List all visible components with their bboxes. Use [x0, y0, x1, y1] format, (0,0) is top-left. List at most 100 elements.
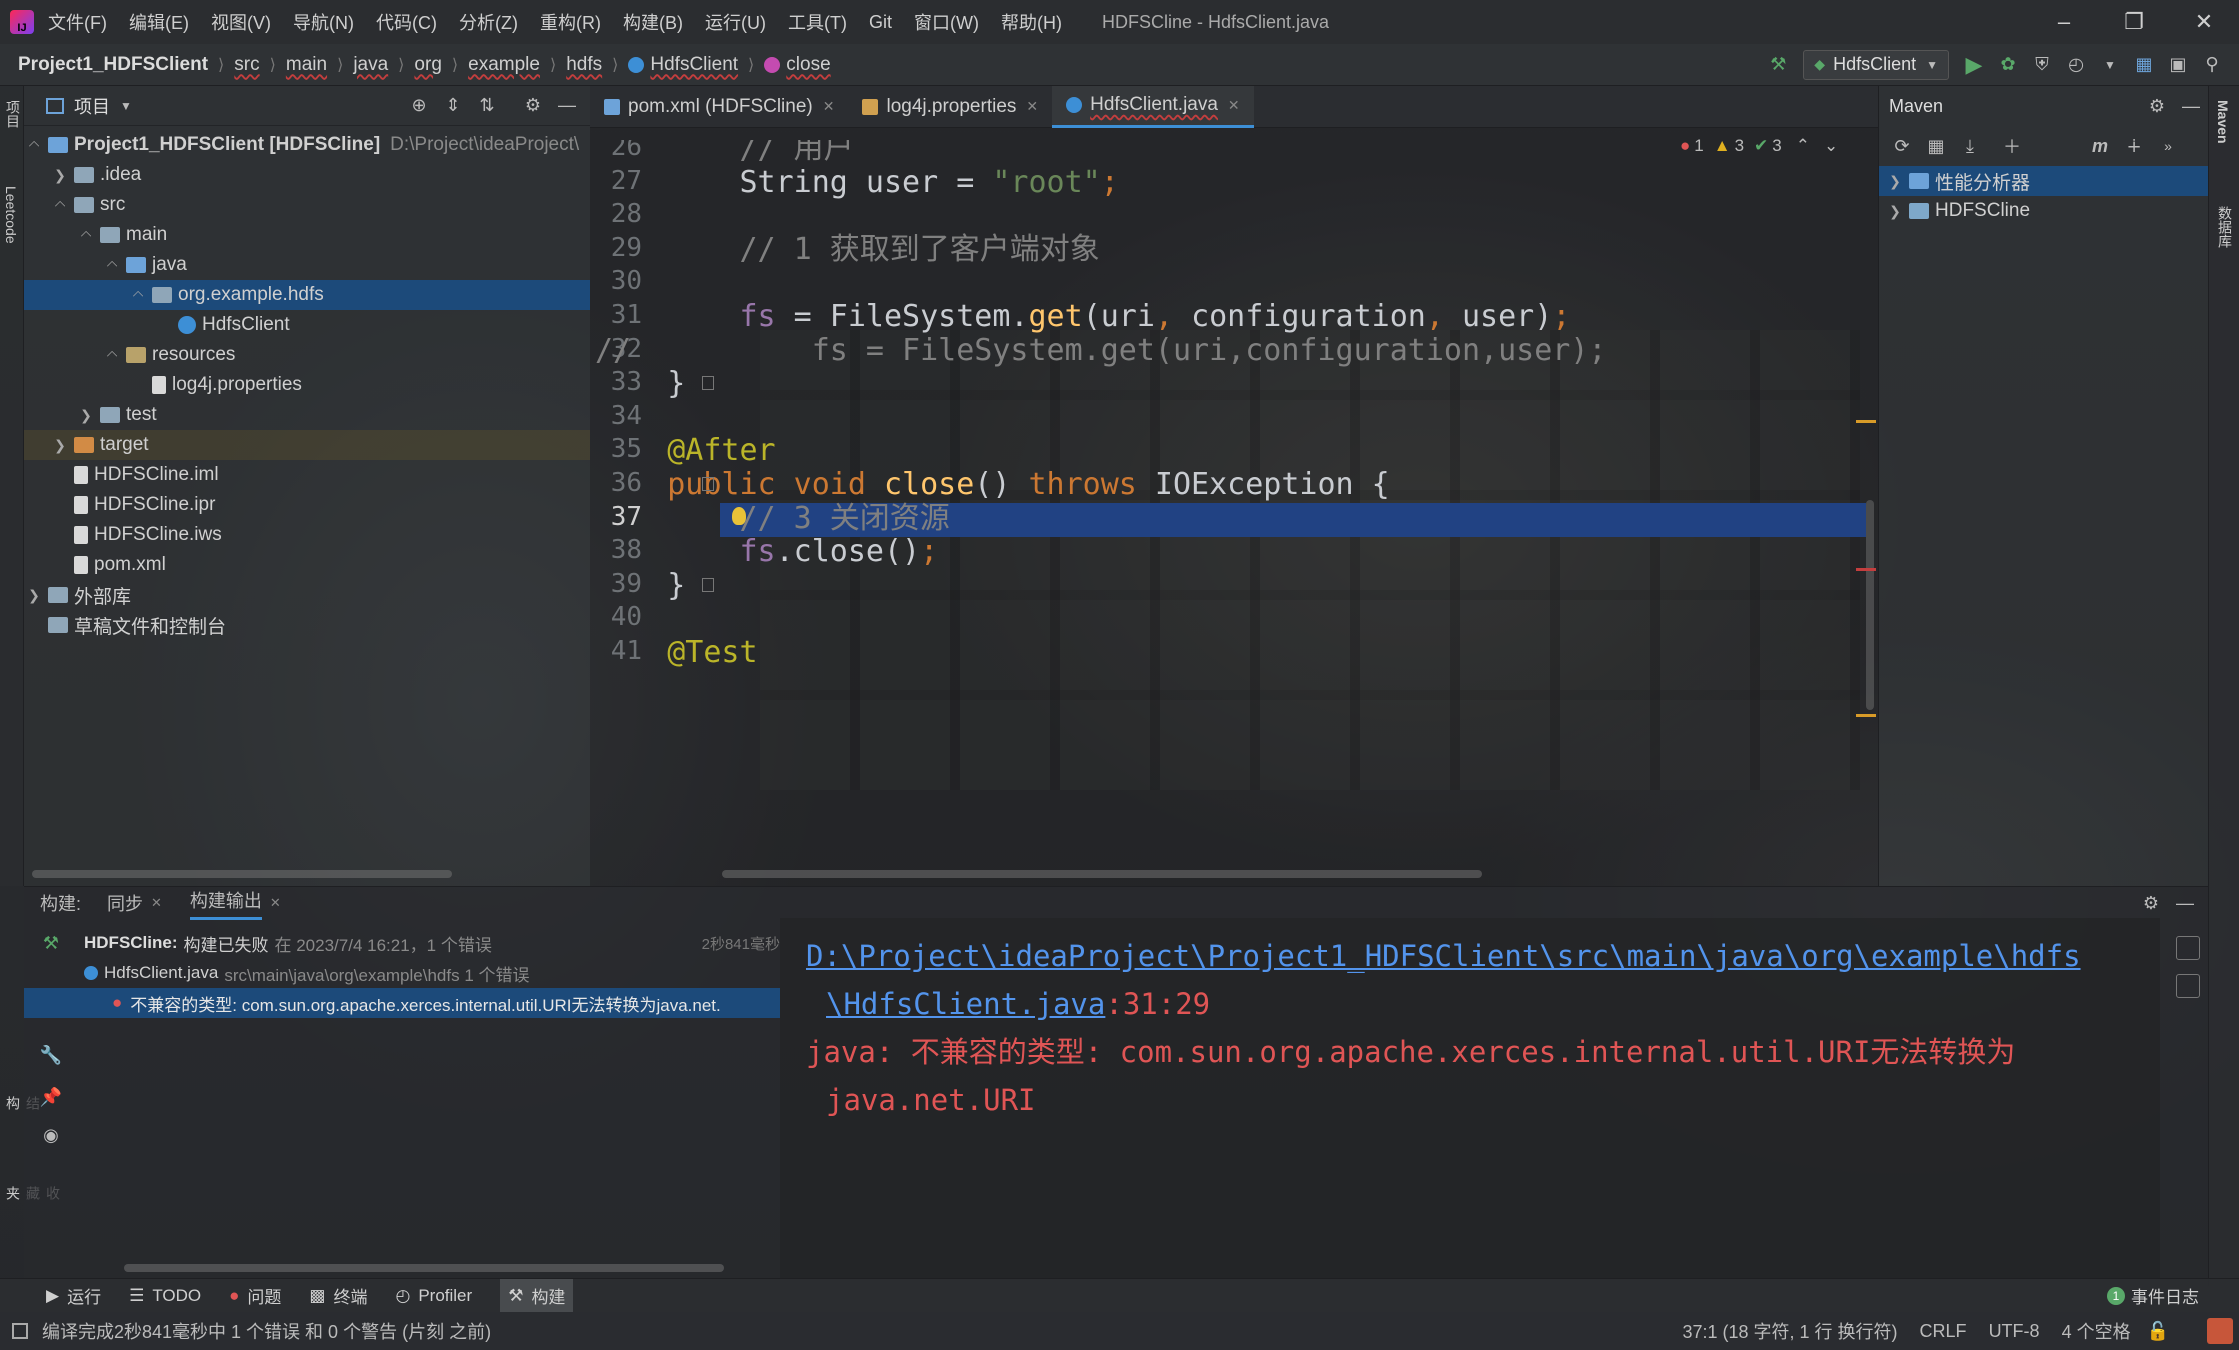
tool-tab-run[interactable]: ▶ 运行 [46, 1283, 101, 1308]
tree-item[interactable]: pom.xml [24, 550, 590, 580]
menu-item[interactable]: Git [869, 12, 892, 33]
caret-position[interactable]: 37:1 (18 字符, 1 行 换行符) [1682, 1318, 1897, 1344]
reload-icon[interactable]: ⟳ [1891, 135, 1913, 157]
project-structure-icon[interactable]: ▦ [2133, 54, 2155, 76]
tool-tab-profiler[interactable]: ◴ Profiler [395, 1286, 472, 1306]
collapse-all-icon[interactable]: ⇅ [476, 95, 498, 117]
menu-item[interactable]: 编辑(E) [129, 9, 189, 35]
status-message[interactable]: 编译完成2秒841毫秒中 1 个错误 和 0 个警告 (片刻 之前) [42, 1318, 491, 1344]
menu-item[interactable]: 导航(N) [293, 9, 354, 35]
minimize-button[interactable]: – [2029, 9, 2099, 35]
breadcrumb-item[interactable]: main [286, 54, 327, 76]
menu-item[interactable]: 帮助(H) [1001, 9, 1062, 35]
breadcrumb-item[interactable]: hdfs [566, 54, 602, 76]
chevron-down-icon[interactable]: ⌵ [128, 287, 148, 304]
line-separator[interactable]: CRLF [1920, 1321, 1967, 1342]
event-log-button[interactable]: 1 事件日志 [2107, 1283, 2199, 1308]
fold-marker-icon[interactable] [702, 577, 714, 592]
indent-setting[interactable]: 4 个空格 [2062, 1318, 2131, 1344]
chevron-down-icon[interactable]: ▼ [120, 99, 132, 113]
close-window-button[interactable]: ✕ [2169, 9, 2239, 35]
tool-tab-todo[interactable]: ☰ TODO [129, 1286, 201, 1306]
horizontal-scrollbar[interactable] [124, 1264, 724, 1272]
menu-item[interactable]: 分析(Z) [459, 9, 518, 35]
tree-item[interactable]: ⌵ resources [24, 340, 590, 370]
more-icon[interactable]: » [2157, 135, 2179, 157]
breadcrumb-item[interactable]: org [414, 54, 441, 76]
breadcrumb-project[interactable]: Project1_HDFSClient [18, 54, 208, 76]
chevron-down-icon[interactable]: ⌵ [102, 347, 122, 364]
tool-tab-problems[interactable]: ● 问题 [229, 1283, 281, 1308]
build-error-row[interactable]: ● 不兼容的类型: com.sun.org.apache.xerces.inte… [24, 988, 780, 1018]
maven-item-project[interactable]: ❯ HDFSCline [1879, 196, 2208, 226]
output-file-link[interactable]: D:\Project\ideaProject\Project1_HDFSClie… [806, 939, 2081, 973]
editor-tab[interactable]: HdfsClient.java ✕ [1052, 85, 1254, 128]
output-file-link-cont[interactable]: \HdfsClient.java [826, 987, 1105, 1021]
tree-item[interactable]: HDFSCline.iws [24, 520, 590, 550]
build-file-row[interactable]: HdfsClient.java src\main\java\org\exampl… [24, 958, 780, 988]
search-icon[interactable]: ⚲ [2201, 54, 2223, 76]
menu-item[interactable]: 文件(F) [48, 9, 107, 35]
tool-tab-terminal[interactable]: ▩ 终端 [309, 1283, 367, 1308]
code-line[interactable]: @Test [595, 629, 757, 677]
tree-item[interactable]: ⌵ java [24, 250, 590, 280]
editor-vertical-scrollbar[interactable] [1866, 500, 1874, 710]
menu-item[interactable]: 窗口(W) [914, 9, 979, 35]
run-config-select[interactable]: ◆ HdfsClient ▼ [1803, 49, 1949, 80]
file-encoding[interactable]: UTF-8 [1989, 1321, 2040, 1342]
error-stripe-marker[interactable] [1856, 714, 1876, 717]
tree-item[interactable]: log4j.properties [24, 370, 590, 400]
code-line[interactable]: // fs = FileSystem.get(uri,configuration… [595, 327, 1606, 375]
close-icon[interactable]: ✕ [823, 98, 835, 115]
hammer-build-icon[interactable]: ⚒ [1767, 54, 1789, 76]
scroll-to-end-icon[interactable] [2176, 974, 2200, 998]
menu-item[interactable]: 构建(B) [623, 9, 683, 35]
chevron-right-icon[interactable]: ❯ [76, 407, 96, 424]
tool-tab-build[interactable]: ⚒ 构建 [500, 1279, 574, 1312]
tree-item[interactable]: HDFSCline.ipr [24, 490, 590, 520]
breadcrumb-item[interactable]: close [786, 54, 830, 76]
layout-icon[interactable]: ▣ [2167, 54, 2189, 76]
hide-panel-icon[interactable]: — [2174, 892, 2196, 914]
breadcrumb-item[interactable]: src [234, 54, 259, 76]
tree-item[interactable]: ❯ .idea [24, 160, 590, 190]
chevron-down-icon[interactable]: ⌵ [76, 227, 96, 244]
profiler-icon[interactable]: ◴ [2065, 54, 2087, 76]
more-run-chevron-icon[interactable]: ▼ [2099, 54, 2121, 76]
chevron-down-icon[interactable]: ⌵ [102, 257, 122, 274]
app-logo[interactable]: IJ [10, 10, 34, 34]
build-result-row[interactable]: HDFSCline: 构建已失败 在 2023/7/4 16:21，1 个错误 … [24, 928, 780, 958]
chevron-right-icon[interactable]: ❯ [50, 437, 70, 454]
debug-icon[interactable]: ✿ [1997, 54, 2019, 76]
gear-icon[interactable]: ⚙ [2146, 95, 2168, 117]
menu-item[interactable]: 代码(C) [376, 9, 437, 35]
gear-icon[interactable]: ⚙ [522, 95, 544, 117]
run-icon[interactable]: ▶ [1963, 52, 1985, 77]
tree-item[interactable]: ⌵ src [24, 190, 590, 220]
tool-tab-project[interactable]: 项目 [3, 100, 23, 128]
hide-panel-icon[interactable]: — [2180, 95, 2202, 117]
maven-m-icon[interactable]: m [2089, 135, 2111, 157]
toggle-offline-icon[interactable]: ∔ [2123, 135, 2145, 157]
tree-item[interactable]: HdfsClient [24, 310, 590, 340]
tree-item[interactable]: ❯ target [24, 430, 590, 460]
fold-marker-icon[interactable] [702, 477, 714, 491]
editor-horizontal-scrollbar[interactable] [722, 870, 1482, 878]
notification-icon[interactable] [2207, 1318, 2233, 1344]
editor-tab[interactable]: pom.xml (HDFSCline) ✕ [590, 86, 848, 128]
add-icon[interactable]: ＋ [2001, 135, 2023, 157]
menu-item[interactable]: 运行(U) [705, 9, 766, 35]
maven-item-profiler[interactable]: ❯ 性能分析器 [1879, 166, 2208, 196]
menu-item[interactable]: 工具(T) [788, 9, 847, 35]
chevron-down-icon[interactable]: ⌵ [50, 197, 70, 214]
menu-item[interactable]: 重构(R) [540, 9, 601, 35]
breadcrumb-item[interactable]: HdfsClient [650, 54, 738, 76]
lock-icon[interactable]: 🔓 [2147, 1321, 2169, 1342]
tree-item[interactable]: ⌵ Project1_HDFSClient [HDFSCline] D:\Proje… [24, 130, 590, 160]
tree-item[interactable]: 草稿文件和控制台 [24, 610, 590, 640]
code-view[interactable]: 26 // 用户 27 String user = "root"; 28 29 // … [590, 140, 1878, 886]
close-icon[interactable]: ✕ [151, 895, 162, 911]
add-project-icon[interactable]: ▦ [1925, 135, 1947, 157]
tool-tab-database[interactable]: 数据库 [2215, 206, 2235, 248]
project-panel-title[interactable]: 项目 [74, 93, 110, 119]
